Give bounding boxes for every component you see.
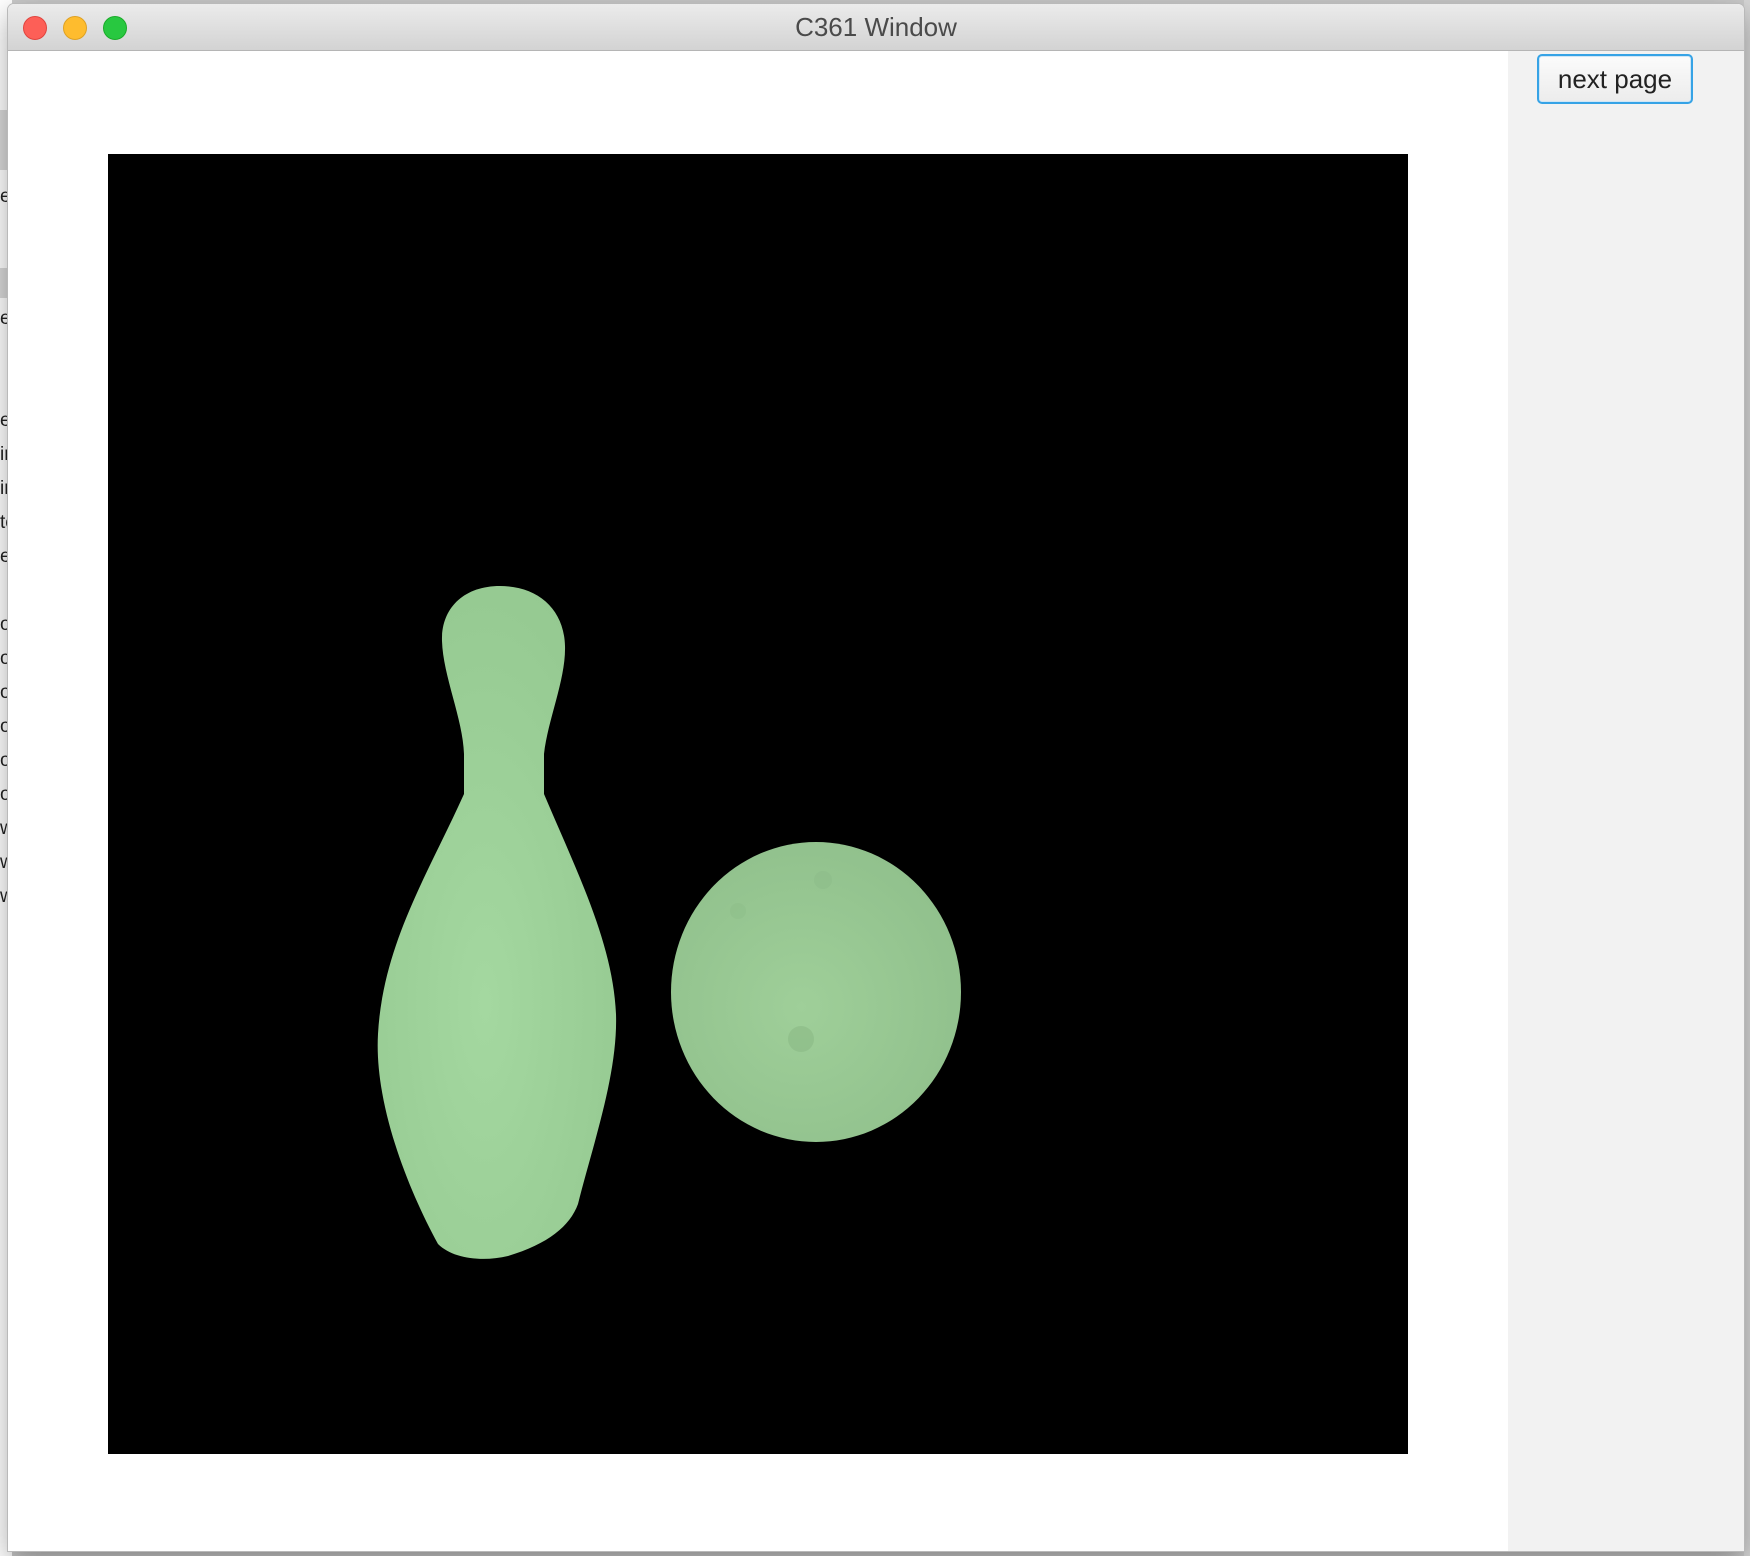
render-canvas[interactable] (108, 154, 1408, 1454)
bowling-ball-finger-hole (788, 1026, 814, 1052)
bowling-ball-shape (671, 842, 961, 1142)
side-panel: next page (1508, 51, 1744, 1551)
bowling-ball-finger-hole (814, 871, 832, 889)
bowling-pin-shape (377, 586, 617, 1259)
window-content: next page (8, 51, 1744, 1551)
app-window: C361 Window next page (8, 4, 1744, 1551)
next-page-button[interactable]: next page (1537, 54, 1693, 104)
screen: e e er ir ir te et ov ov ov ov ov or w w… (0, 0, 1750, 1556)
title-bar[interactable]: C361 Window (8, 4, 1744, 51)
background-window-edge (1744, 0, 1750, 1556)
rendered-scene (377, 586, 961, 1259)
bowling-ball-finger-hole (730, 903, 746, 919)
window-title: C361 Window (795, 12, 957, 42)
